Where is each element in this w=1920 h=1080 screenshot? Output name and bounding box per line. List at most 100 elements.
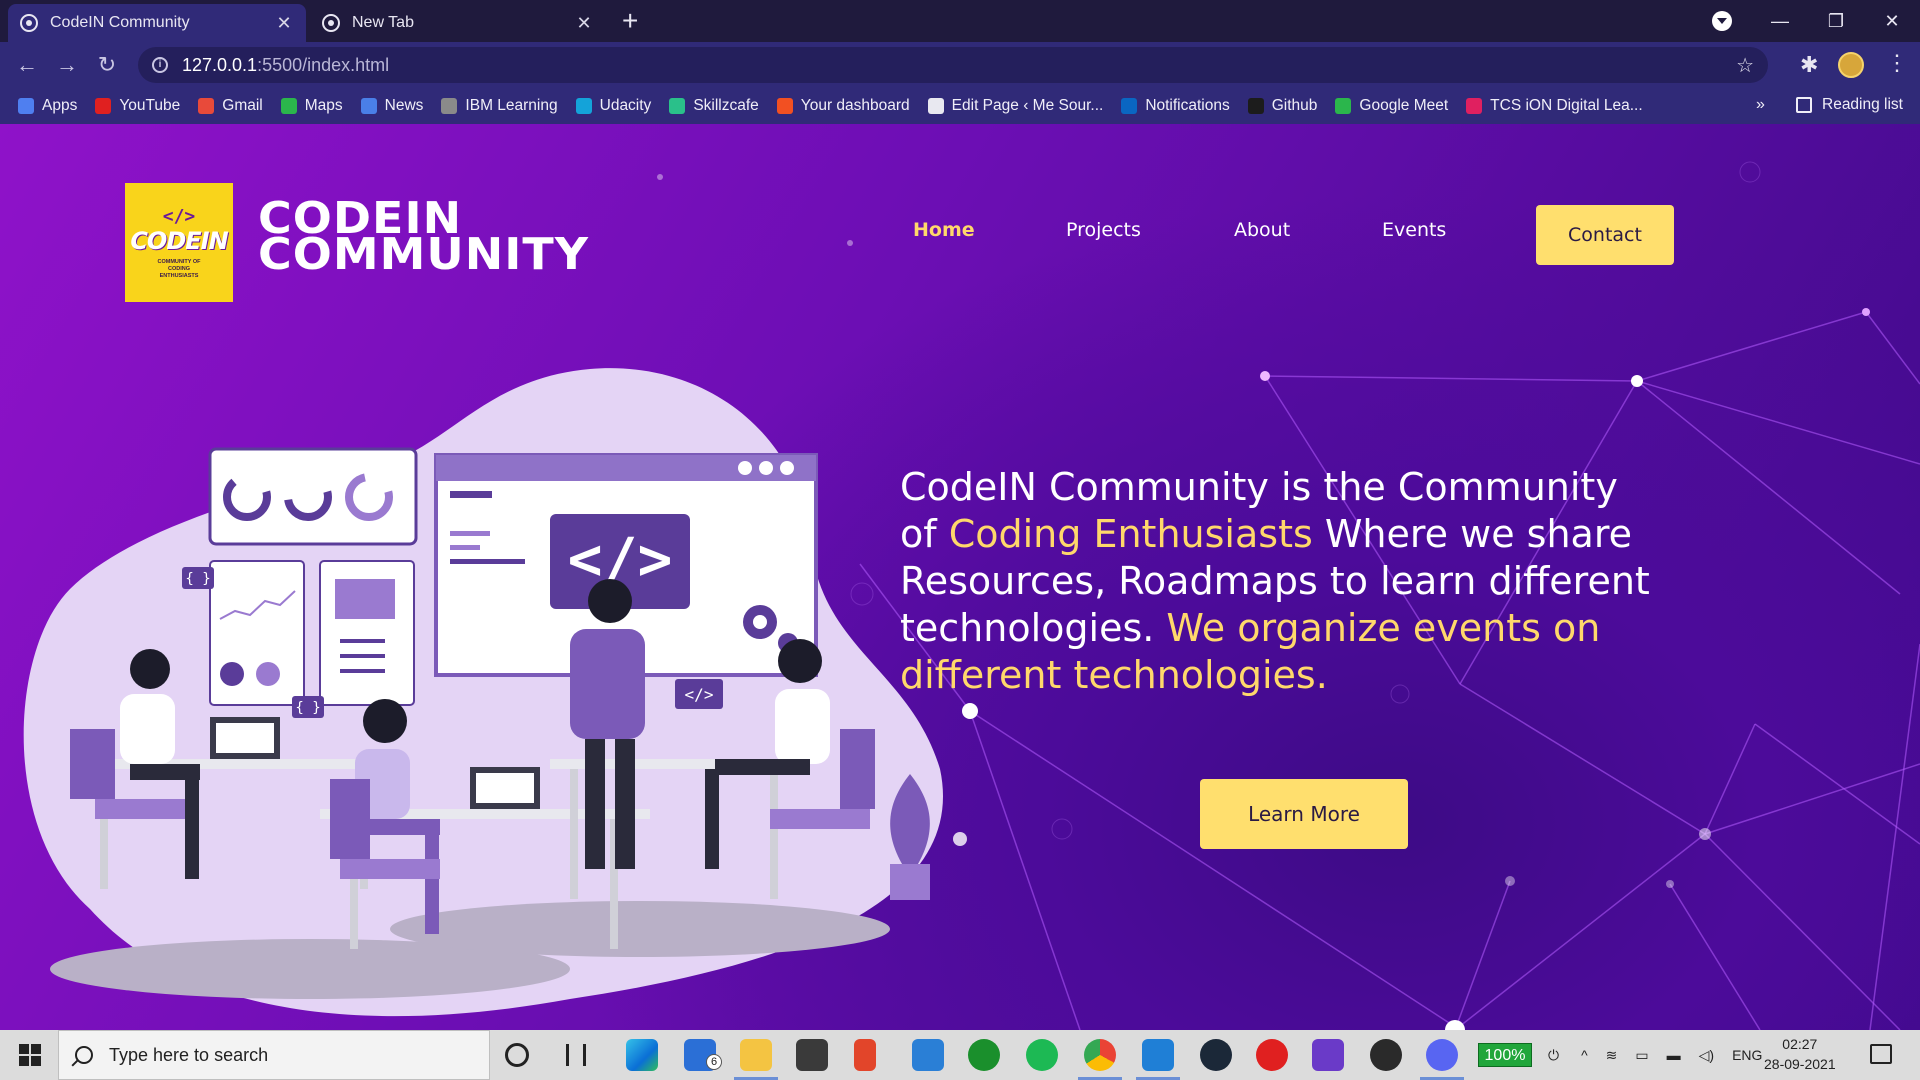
- bookmark-label: News: [384, 97, 424, 114]
- url-path: :5500/index.html: [257, 54, 390, 75]
- power-plug-icon[interactable]: ⏻: [1548, 1047, 1559, 1064]
- nav-home[interactable]: Home: [913, 219, 975, 241]
- udacity-icon: [575, 98, 592, 114]
- cortana-icon[interactable]: [505, 1043, 529, 1067]
- battery-icon[interactable]: ▬: [1667, 1047, 1681, 1063]
- bookmark-item[interactable]: Apps: [18, 97, 77, 115]
- l-app-icon[interactable]: [912, 1039, 944, 1071]
- learn-more-button[interactable]: Learn More: [1200, 779, 1408, 849]
- restore-icon[interactable]: ❐: [1808, 11, 1864, 32]
- bookmark-label: Notifications: [1145, 97, 1230, 114]
- notifications-icon[interactable]: [1870, 1044, 1892, 1064]
- news-icon: [360, 98, 377, 114]
- bookmark-item[interactable]: Your dashboard: [776, 97, 910, 115]
- bookmark-item[interactable]: YouTube: [95, 97, 180, 115]
- browser-tab-strip: CodeIN Community ✕ New Tab ✕ + — ❐ ✕: [0, 0, 1920, 42]
- bookmark-label: Gmail: [222, 97, 263, 114]
- bookmark-item[interactable]: Google Meet: [1335, 97, 1448, 115]
- volume-icon[interactable]: ◁): [1699, 1047, 1714, 1064]
- tab-codein-community[interactable]: CodeIN Community ✕: [8, 4, 306, 42]
- image-card: [319, 560, 415, 706]
- spotify-icon[interactable]: [1026, 1039, 1058, 1071]
- github-icon: [1247, 98, 1264, 114]
- contact-button[interactable]: Contact: [1536, 205, 1674, 265]
- window-controls: — ❐ ✕: [1752, 0, 1920, 42]
- tab-new-tab[interactable]: New Tab ✕: [310, 4, 606, 42]
- bookmark-item[interactable]: Udacity: [575, 97, 652, 115]
- battery-percentage[interactable]: 100%: [1478, 1043, 1532, 1067]
- file-explorer-icon[interactable]: [734, 1039, 778, 1080]
- bookmarks-bar: Apps YouTube Gmail Maps News IBM Learning Udac…: [0, 88, 1920, 124]
- close-tab-icon[interactable]: ✕: [274, 13, 294, 34]
- svg-text:{ }: { }: [295, 700, 320, 716]
- bookmark-item[interactable]: Github: [1247, 97, 1317, 115]
- profile-avatar[interactable]: [1838, 52, 1864, 78]
- tab-title: CodeIN Community: [50, 14, 190, 31]
- clock-time: 02:27: [1782, 1036, 1818, 1052]
- microsoft-store-icon[interactable]: [796, 1039, 828, 1071]
- minimize-icon[interactable]: —: [1752, 11, 1808, 32]
- headphones-app-icon[interactable]: [1312, 1039, 1344, 1071]
- close-tab-icon[interactable]: ✕: [574, 13, 594, 34]
- nav-events[interactable]: Events: [1382, 219, 1446, 241]
- windows-start-icon[interactable]: [0, 1030, 60, 1080]
- vscode-icon[interactable]: [1136, 1039, 1180, 1080]
- globe-icon: [20, 14, 38, 32]
- brand-line-2: COMMUNITY: [258, 228, 590, 280]
- steam-icon[interactable]: [1200, 1039, 1232, 1071]
- nav-about[interactable]: About: [1234, 219, 1290, 241]
- reload-icon[interactable]: ↻: [92, 50, 122, 80]
- close-window-icon[interactable]: ✕: [1864, 11, 1920, 32]
- url-host: 127.0.0.1: [182, 54, 258, 75]
- bookmark-item[interactable]: TCS iON Digital Lea...: [1466, 97, 1643, 115]
- office-icon[interactable]: [854, 1039, 876, 1071]
- bookmark-label: YouTube: [119, 97, 181, 114]
- nav-projects[interactable]: Projects: [1066, 219, 1141, 241]
- bookmark-item[interactable]: News: [360, 97, 424, 115]
- bookmark-label: IBM Learning: [465, 97, 558, 114]
- network-icon[interactable]: ▭: [1635, 1047, 1648, 1064]
- browser-toolbar: ← → ↻ i 127.0.0.1:5500/index.html ☆ ✱ ⋮: [0, 42, 1920, 88]
- chevron-up-icon[interactable]: ^: [1581, 1047, 1588, 1063]
- edge-icon[interactable]: [626, 1039, 658, 1071]
- youtube-music-icon[interactable]: [1256, 1039, 1288, 1071]
- obs-icon[interactable]: [1370, 1039, 1402, 1071]
- bookmark-star-icon[interactable]: ☆: [1736, 53, 1754, 78]
- extensions-puzzle-icon[interactable]: ✱: [1800, 52, 1818, 78]
- tab-search-icon[interactable]: [1712, 11, 1732, 31]
- logo-wordmark: CODEIN: [130, 226, 228, 255]
- bookmark-item[interactable]: Skillzcafe: [669, 97, 759, 115]
- taskbar-clock[interactable]: 02:27 28-09-2021: [1764, 1034, 1836, 1074]
- reading-list-button[interactable]: Reading list: [1796, 96, 1903, 114]
- back-icon[interactable]: ←: [12, 50, 42, 80]
- task-view-icon[interactable]: [566, 1044, 586, 1066]
- xbox-icon[interactable]: [968, 1039, 1000, 1071]
- taskbar-search-box[interactable]: Type here to search: [58, 1030, 490, 1080]
- bookmark-item[interactable]: Gmail: [198, 97, 263, 115]
- discord-icon[interactable]: [1420, 1039, 1464, 1080]
- site-info-icon[interactable]: i: [152, 57, 168, 73]
- microsoft-icon: [776, 98, 793, 114]
- bookmarks-overflow-button[interactable]: »: [1756, 96, 1765, 114]
- tab-title: New Tab: [352, 14, 414, 31]
- desk-shadow-right: [390, 901, 890, 957]
- forward-icon[interactable]: →: [52, 50, 82, 80]
- brand-name: CODEIN COMMUNITY: [258, 196, 590, 280]
- menu-kebab-icon[interactable]: ⋮: [1886, 50, 1908, 76]
- page-viewport: </> CODEIN COMMUNITY OF CODING ENTHUSIAS…: [0, 124, 1920, 1030]
- codein-logo[interactable]: </> CODEIN COMMUNITY OF CODING ENTHUSIAS…: [125, 183, 233, 302]
- bookmark-label: Edit Page ‹ Me Sour...: [951, 97, 1104, 114]
- language-indicator[interactable]: ENG: [1732, 1047, 1762, 1063]
- bookmark-item[interactable]: Maps: [280, 97, 343, 115]
- chrome-icon: [322, 14, 340, 32]
- bookmark-item[interactable]: IBM Learning: [441, 97, 558, 115]
- wordpress-icon: [927, 98, 944, 114]
- bookmark-item[interactable]: Edit Page ‹ Me Sour...: [927, 97, 1104, 115]
- bookmark-label: Udacity: [599, 97, 652, 114]
- new-tab-button[interactable]: +: [622, 6, 638, 36]
- bookmark-item[interactable]: Notifications: [1121, 97, 1230, 115]
- chrome-taskbar-icon[interactable]: [1078, 1039, 1122, 1080]
- wifi-icon[interactable]: ≋: [1606, 1047, 1618, 1064]
- address-bar[interactable]: i 127.0.0.1:5500/index.html ☆: [138, 47, 1768, 83]
- coders-illustration: </> { } { } </>: [23, 368, 944, 1017]
